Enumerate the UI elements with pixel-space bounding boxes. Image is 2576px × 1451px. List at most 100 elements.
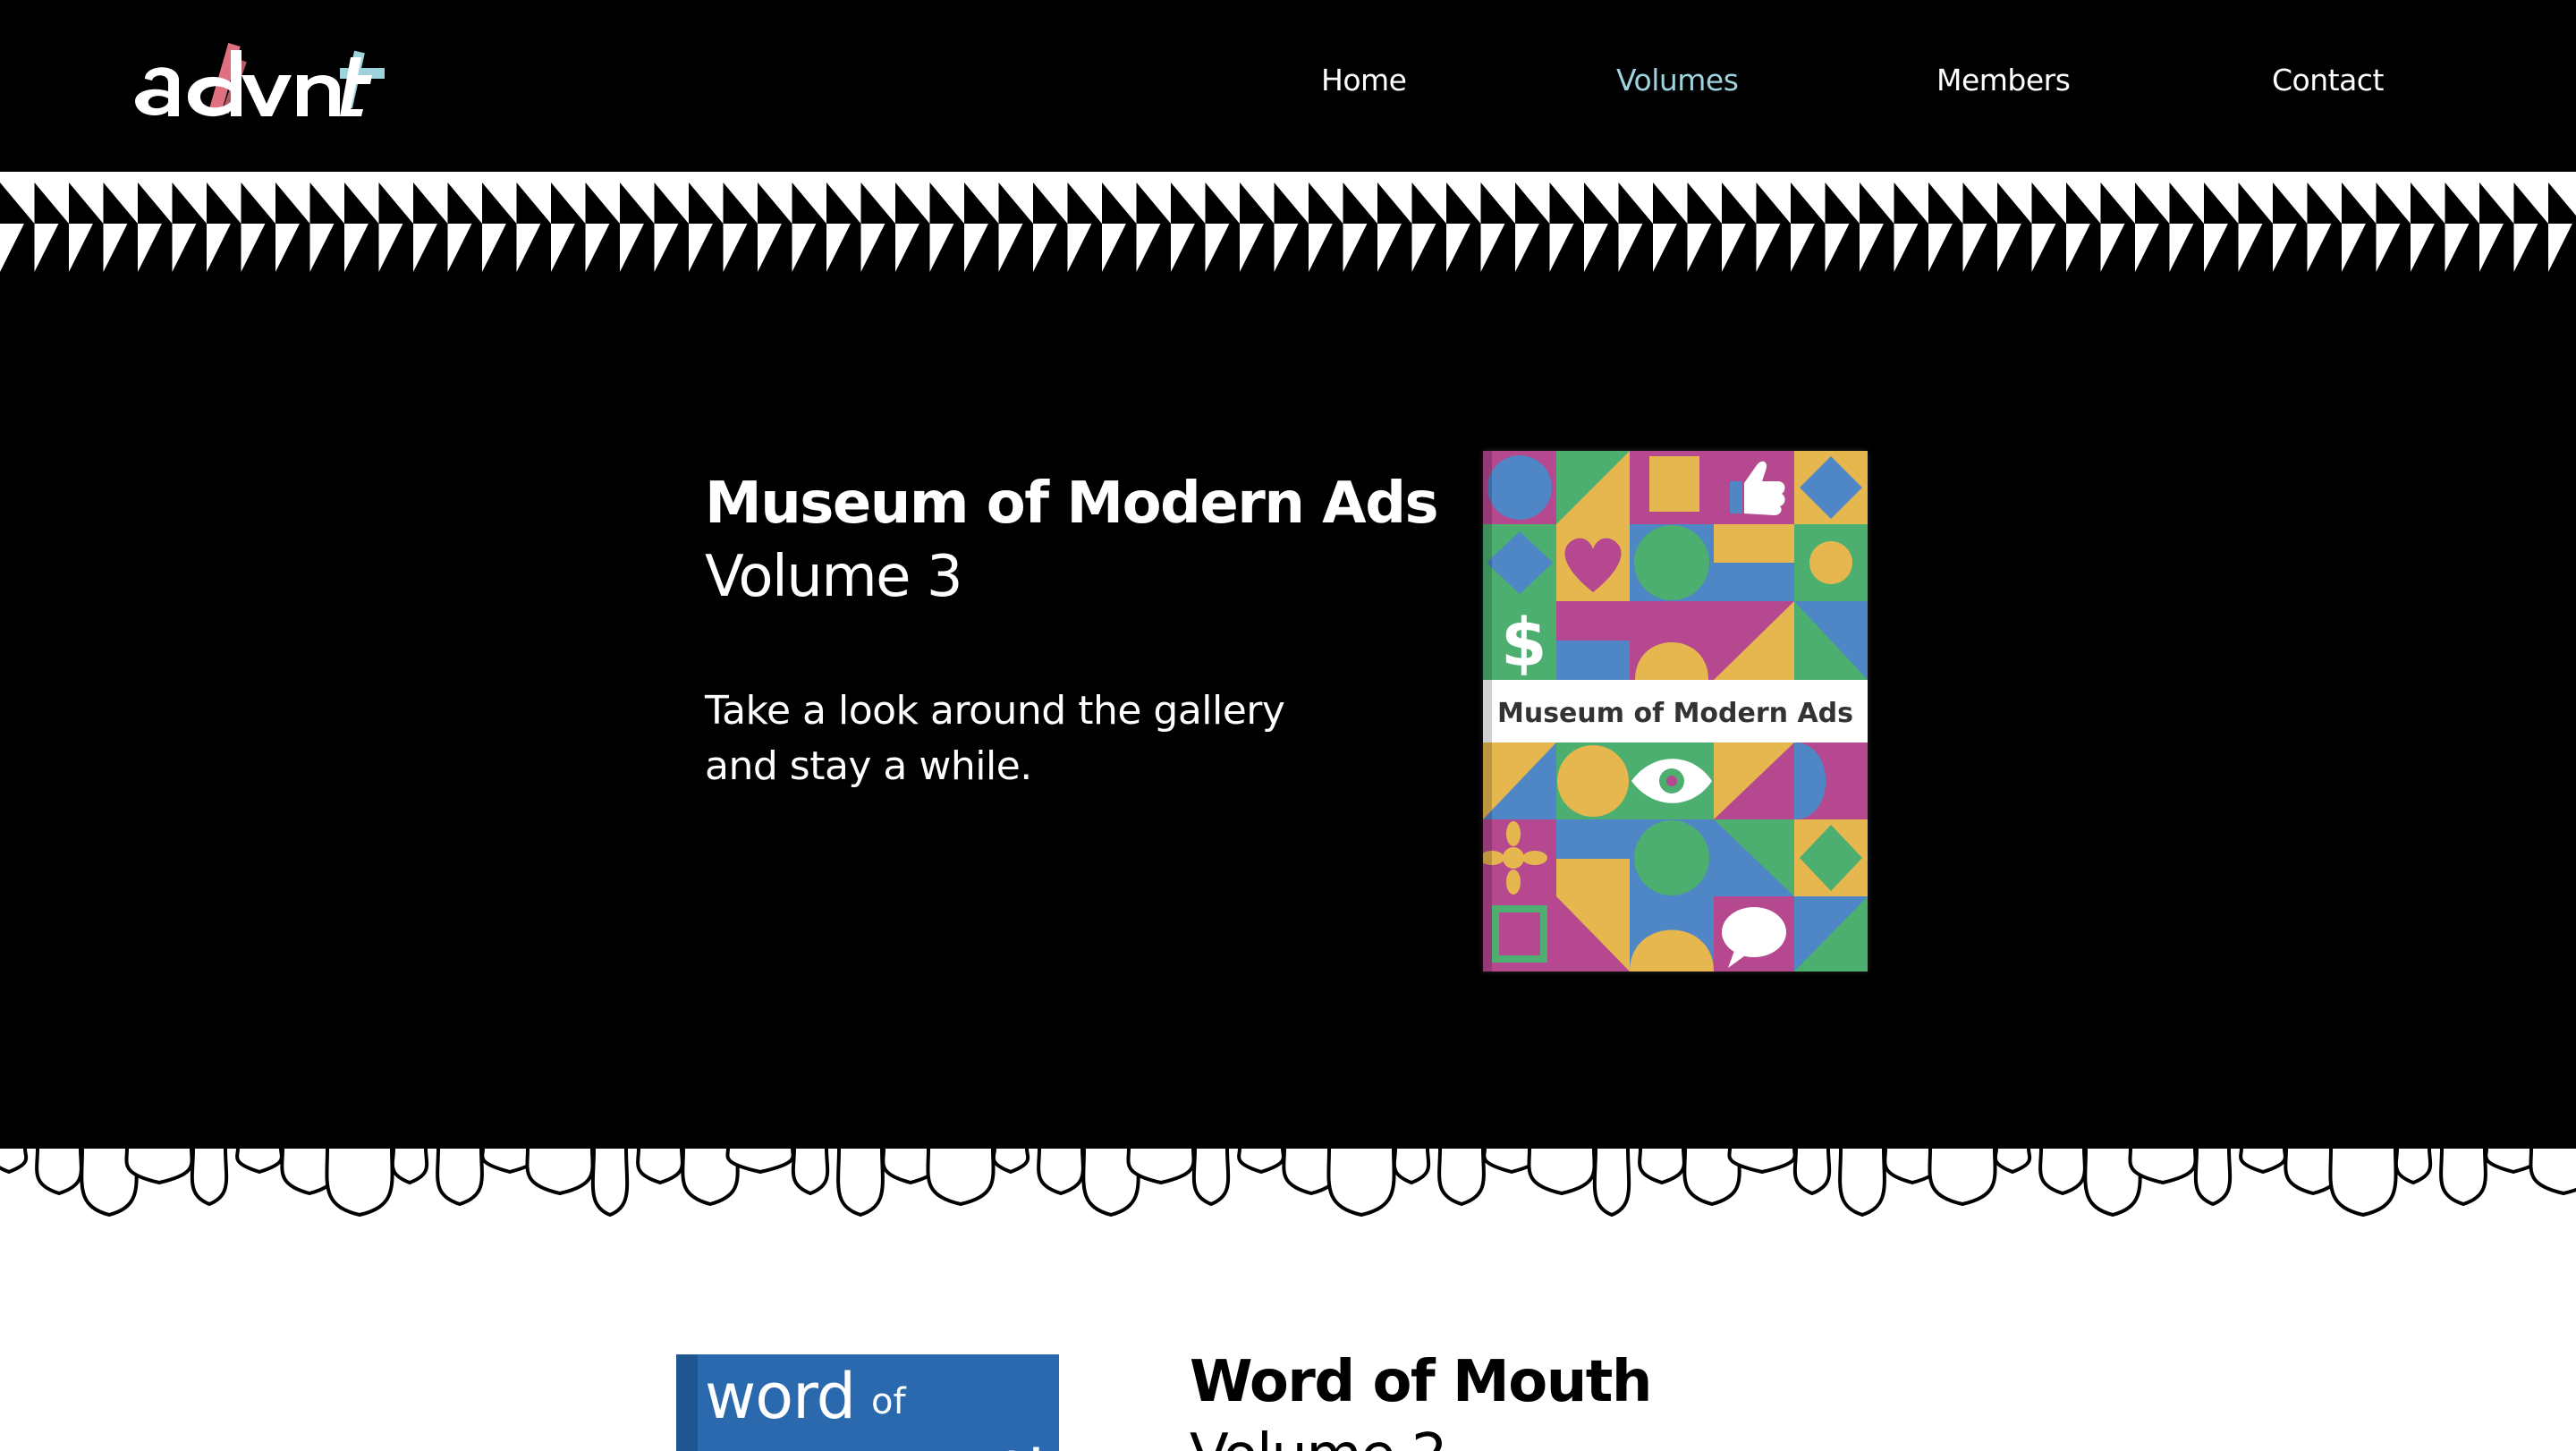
border-triangle bbox=[1962, 182, 1997, 224]
border-triangle bbox=[1722, 224, 1746, 272]
border-drip bbox=[325, 1148, 394, 1218]
border-triangle bbox=[378, 182, 413, 224]
border-drip bbox=[926, 1148, 996, 1207]
border-triangle bbox=[516, 224, 541, 272]
border-triangle bbox=[378, 224, 403, 272]
border-triangle bbox=[2307, 224, 2332, 272]
border-triangle bbox=[723, 182, 758, 224]
border-triangle bbox=[1033, 182, 1068, 224]
border-triangle bbox=[1136, 224, 1161, 272]
border-triangle bbox=[2238, 224, 2263, 272]
hero-section: Museum of Modern Ads Volume 3 Take a loo… bbox=[0, 272, 2576, 1149]
border-triangle bbox=[585, 182, 620, 224]
border-drip bbox=[2328, 1148, 2398, 1218]
border-triangle bbox=[654, 224, 679, 272]
border-triangle bbox=[1549, 182, 1584, 224]
border-triangle bbox=[689, 224, 713, 272]
border-triangle bbox=[2066, 224, 2090, 272]
museum-book-cover[interactable]: $ Museum of Modern Ads bbox=[1483, 451, 1868, 972]
border-drip bbox=[0, 1148, 29, 1175]
border-drip bbox=[2038, 1148, 2087, 1196]
border-drip bbox=[2529, 1148, 2576, 1196]
border-drip bbox=[1237, 1148, 1285, 1175]
border-triangle bbox=[2031, 224, 2056, 272]
border-triangle bbox=[1411, 182, 1446, 224]
border-triangle bbox=[792, 182, 826, 224]
border-triangle bbox=[309, 182, 344, 224]
hero-title: Museum of Modern Ads bbox=[705, 471, 1439, 537]
border-triangle bbox=[1446, 224, 1470, 272]
word-of-mouth-book-cover[interactable]: word of mouth bbox=[676, 1354, 1059, 1451]
volume-2-section: word of mouth Word of Mouth Volume 2 bbox=[0, 1243, 2576, 1451]
border-triangle bbox=[69, 224, 93, 272]
border-triangle bbox=[1377, 224, 1402, 272]
border-triangle bbox=[241, 182, 275, 224]
border-drip bbox=[2394, 1148, 2433, 1185]
border-triangle bbox=[792, 224, 817, 272]
main-nav: Home Volumes Members Contact bbox=[0, 63, 2576, 107]
border-triangle bbox=[1618, 182, 1653, 224]
border-triangle bbox=[2513, 182, 2548, 224]
border-triangle bbox=[2169, 182, 2204, 224]
cover-word: word bbox=[705, 1360, 856, 1433]
border-triangle bbox=[1136, 182, 1171, 224]
border-triangle bbox=[2411, 224, 2435, 272]
border-triangle bbox=[1515, 182, 1550, 224]
border-triangle bbox=[0, 182, 35, 224]
border-triangle bbox=[2100, 224, 2125, 272]
border-triangle bbox=[2411, 182, 2445, 224]
border-triangle bbox=[1480, 182, 1515, 224]
border-triangle bbox=[138, 224, 162, 272]
border-triangle bbox=[929, 224, 954, 272]
border-triangle bbox=[1274, 224, 1299, 272]
border-triangle bbox=[1102, 224, 1126, 272]
border-triangle bbox=[482, 182, 517, 224]
border-drip bbox=[1993, 1148, 2032, 1175]
border-triangle bbox=[2273, 224, 2297, 272]
nav-volumes[interactable]: Volumes bbox=[1616, 63, 1739, 98]
border-triangle bbox=[2031, 182, 2066, 224]
border-drip bbox=[525, 1148, 595, 1196]
border-drip bbox=[1928, 1148, 1997, 1207]
border-triangle bbox=[2548, 224, 2572, 272]
border-triangle bbox=[207, 182, 242, 224]
volume-2-heading: Word of Mouth Volume 2 bbox=[1190, 1345, 1652, 1451]
border-triangle bbox=[1653, 182, 1688, 224]
border-triangle bbox=[1343, 182, 1377, 224]
border-triangle bbox=[1240, 224, 1264, 272]
border-triangle bbox=[1791, 182, 1826, 224]
border-drip bbox=[1838, 1148, 1886, 1218]
border-triangle bbox=[689, 182, 724, 224]
border-triangle bbox=[2342, 224, 2366, 272]
border-drip bbox=[190, 1148, 229, 1207]
border-drip bbox=[1638, 1148, 1686, 1185]
border-triangle bbox=[516, 182, 551, 224]
border-triangle bbox=[551, 182, 586, 224]
border-triangle bbox=[2204, 224, 2228, 272]
border-triangle bbox=[447, 224, 472, 272]
border-triangle bbox=[138, 182, 173, 224]
border-triangle bbox=[275, 182, 310, 224]
border-triangle bbox=[620, 182, 655, 224]
border-triangle bbox=[1756, 224, 1781, 272]
border-triangle bbox=[2169, 224, 2194, 272]
hero-description: Take a look around the gallery and stay … bbox=[705, 688, 1285, 789]
border-drip bbox=[2439, 1148, 2487, 1207]
border-triangle bbox=[1825, 224, 1850, 272]
border-drip bbox=[2239, 1148, 2287, 1175]
border-triangle bbox=[1928, 182, 1963, 224]
border-triangle bbox=[998, 182, 1033, 224]
border-triangle bbox=[344, 224, 369, 272]
border-triangle bbox=[413, 182, 448, 224]
border-drip bbox=[636, 1148, 684, 1185]
nav-members[interactable]: Members bbox=[1936, 63, 2071, 98]
border-triangle bbox=[0, 224, 24, 272]
nav-contact[interactable]: Contact bbox=[2272, 63, 2384, 98]
border-triangle bbox=[1549, 224, 1574, 272]
nav-home[interactable]: Home bbox=[1321, 63, 1407, 98]
border-triangle bbox=[1309, 182, 1343, 224]
hero-heading: Museum of Modern Ads Volume 3 bbox=[705, 467, 1439, 614]
border-drip bbox=[390, 1148, 429, 1185]
border-triangle bbox=[2513, 224, 2538, 272]
border-triangle bbox=[2376, 182, 2411, 224]
